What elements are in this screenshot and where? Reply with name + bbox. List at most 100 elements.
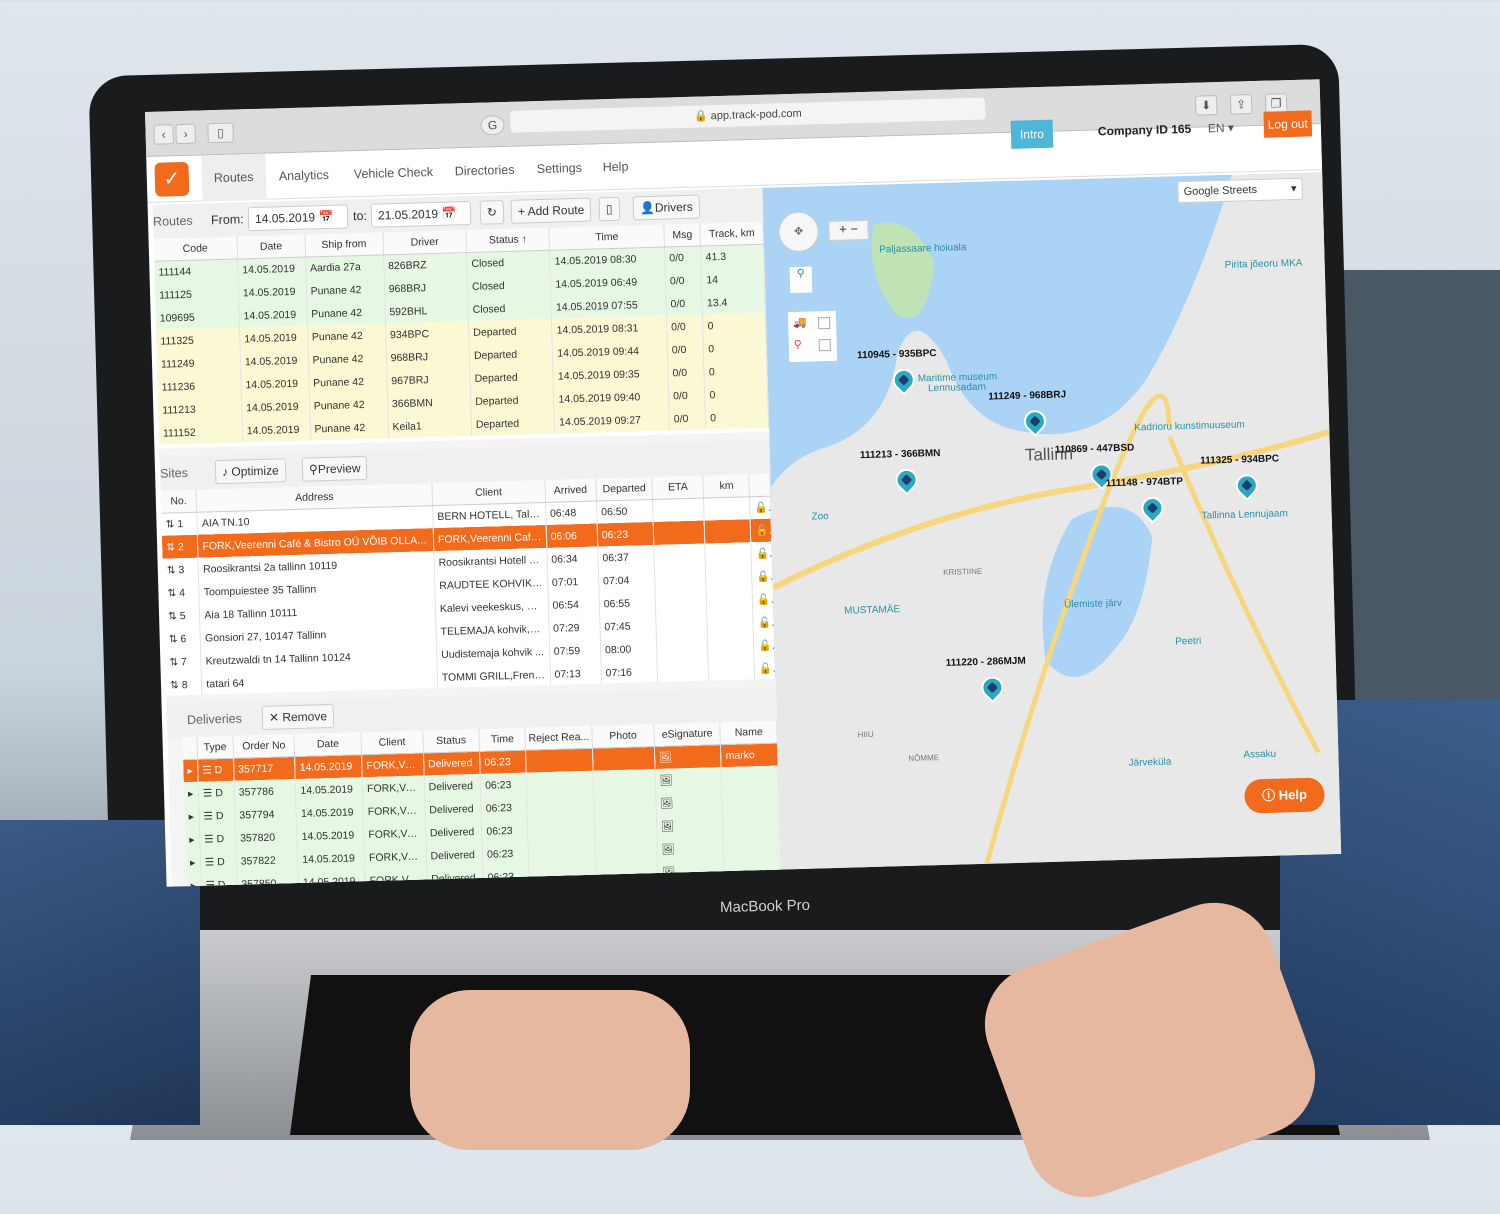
lock-icon[interactable]: 🔓 (750, 518, 772, 543)
column-header[interactable]: Date (294, 732, 362, 757)
help-button[interactable]: ⓘ Help (1244, 777, 1325, 814)
column-header[interactable]: Time (479, 727, 526, 751)
column-header[interactable] (749, 473, 771, 497)
column-header[interactable]: Code (153, 236, 238, 261)
row-control-icon[interactable]: ▸ (185, 850, 201, 875)
nav-routes[interactable]: Routes (201, 153, 267, 202)
table-cell: 06:55 (598, 590, 656, 616)
row-control-icon[interactable]: ▸ (186, 873, 202, 887)
lock-icon[interactable]: 🔓 (749, 495, 772, 520)
remove-label: Remove (282, 709, 328, 725)
share-icon[interactable]: ⇪ (1229, 94, 1253, 115)
column-header[interactable]: Order No (232, 734, 295, 758)
zoom-in-button[interactable]: + (839, 221, 847, 236)
column-header[interactable]: km (703, 474, 750, 498)
column-header[interactable]: Client (431, 479, 546, 506)
column-header[interactable]: Photo (591, 724, 655, 748)
column-header[interactable]: Ship from (304, 232, 384, 257)
track-pod-logo[interactable]: ✓ (154, 161, 190, 197)
attachment-button[interactable]: ▯ (598, 196, 620, 222)
add-route-button[interactable]: + Add Route (510, 197, 592, 224)
row-control-icon[interactable]: ▸ (183, 758, 199, 783)
row-control-icon[interactable]: ▸ (183, 781, 199, 806)
logout-button[interactable]: Log out (1263, 110, 1313, 138)
map[interactable]: ✥ + − ⚲ 🚚 ⚲ Google Streets ▾ Paljassaare … (762, 172, 1342, 870)
forward-button[interactable]: › (175, 123, 196, 145)
column-header[interactable]: Status ↑ (465, 227, 550, 253)
column-header[interactable]: Reject Rea... (525, 725, 593, 750)
locate-icon[interactable]: ⚲ (789, 266, 813, 294)
route-checkbox[interactable] (818, 338, 831, 352)
signature-image-icon[interactable]: 🖼 (659, 752, 673, 764)
column-header[interactable]: Time (549, 224, 665, 250)
column-header[interactable]: Msg (663, 223, 701, 247)
table-cell: 0/0 (668, 406, 707, 431)
optimize-button[interactable]: ♪ Optimize (214, 458, 287, 485)
map-layer-select[interactable]: Google Streets ▾ (1177, 177, 1303, 204)
lock-icon[interactable]: 🔓 (753, 633, 775, 658)
lock-icon[interactable]: 🔓 (754, 656, 776, 681)
deliveries-table: Type Order No Date Client Status Time Reject R… (182, 720, 782, 887)
table-cell: 14.05.2019 09:44 (552, 338, 668, 365)
table-cell: Delivered (425, 819, 483, 845)
map-place-label: KRISTIINE (943, 566, 983, 577)
preview-button[interactable]: ⚲Preview (301, 455, 368, 482)
sidebar-toggle-icon[interactable]: ▯ (207, 122, 234, 144)
table-cell (704, 519, 752, 544)
zoom-control[interactable]: + − (828, 219, 869, 241)
column-header[interactable]: Departed (595, 476, 653, 501)
deliveries-title: Deliveries (186, 711, 243, 728)
column-header[interactable]: Name (720, 720, 778, 745)
language-select[interactable]: EN ▾ (1208, 121, 1234, 136)
signature-image-icon[interactable]: 🖼 (659, 775, 673, 787)
column-header[interactable]: Type (196, 735, 234, 759)
nav-help[interactable]: Help (590, 143, 641, 190)
table-cell: 14.05.2019 (237, 256, 306, 282)
table-cell (594, 815, 657, 840)
download-icon[interactable]: ⬇ (1194, 95, 1218, 116)
to-date-input[interactable]: 21.05.2019 📅 (370, 200, 472, 228)
column-header[interactable]: Driver (382, 230, 467, 255)
table-cell (595, 837, 658, 863)
refresh-button[interactable]: ↻ (479, 200, 505, 225)
drivers-label: Drivers (654, 199, 694, 215)
nav-directories[interactable]: Directories (442, 146, 527, 194)
address-bar[interactable]: 🔒 app.track-pod.com (510, 97, 986, 133)
nav-settings[interactable]: Settings (524, 144, 594, 192)
signature-image-icon[interactable]: 🖼 (661, 843, 675, 855)
column-header[interactable]: eSignature (653, 722, 721, 747)
intro-button[interactable]: Intro (1010, 119, 1054, 149)
column-header[interactable]: Status (422, 728, 480, 753)
lock-icon[interactable]: 🔓 (751, 564, 774, 589)
column-header[interactable]: ETA (652, 475, 704, 499)
row-control-icon[interactable]: ▸ (184, 804, 200, 829)
table-cell: BERN HOTELL, Tallin... (432, 501, 546, 529)
lock-icon[interactable]: 🔓 (752, 587, 774, 612)
extension-icon[interactable]: G (480, 114, 505, 136)
remove-button[interactable]: ✕ Remove (261, 703, 335, 730)
column-header[interactable]: Track, km (700, 221, 764, 246)
table-cell: 14.05.2019 (295, 777, 363, 803)
back-button[interactable]: ‹ (153, 124, 174, 145)
signature-image-icon[interactable]: 🖼 (660, 798, 674, 810)
zoom-out-button[interactable]: − (850, 221, 858, 236)
signature-image-icon[interactable]: 🖼 (661, 821, 675, 833)
trucks-checkbox[interactable] (817, 316, 831, 330)
lock-icon[interactable]: 🔓 (751, 541, 773, 566)
column-header[interactable]: Client (361, 730, 424, 755)
nav-vehicle-check[interactable]: Vehicle Check (341, 149, 445, 198)
nav-analytics[interactable]: Analytics (266, 152, 341, 200)
column-header[interactable]: Date (236, 234, 306, 259)
table-cell: 826BRZ (383, 252, 468, 278)
lock-icon[interactable]: 🔓 (753, 610, 775, 635)
drivers-button[interactable]: 👤Drivers (632, 194, 701, 221)
table-cell: Kalevi veekeskus, KA... (435, 593, 549, 621)
table-cell: 14.05.2019 08:31 (551, 315, 668, 342)
from-date-input[interactable]: 14.05.2019 📅 (247, 204, 349, 232)
row-control-icon[interactable]: ▸ (185, 827, 201, 852)
calendar-icon[interactable]: 📅 (441, 206, 456, 220)
column-header[interactable]: No. (160, 489, 198, 513)
column-header[interactable] (182, 736, 198, 760)
calendar-icon[interactable]: 📅 (318, 210, 333, 224)
column-header[interactable]: Arrived (544, 478, 597, 502)
